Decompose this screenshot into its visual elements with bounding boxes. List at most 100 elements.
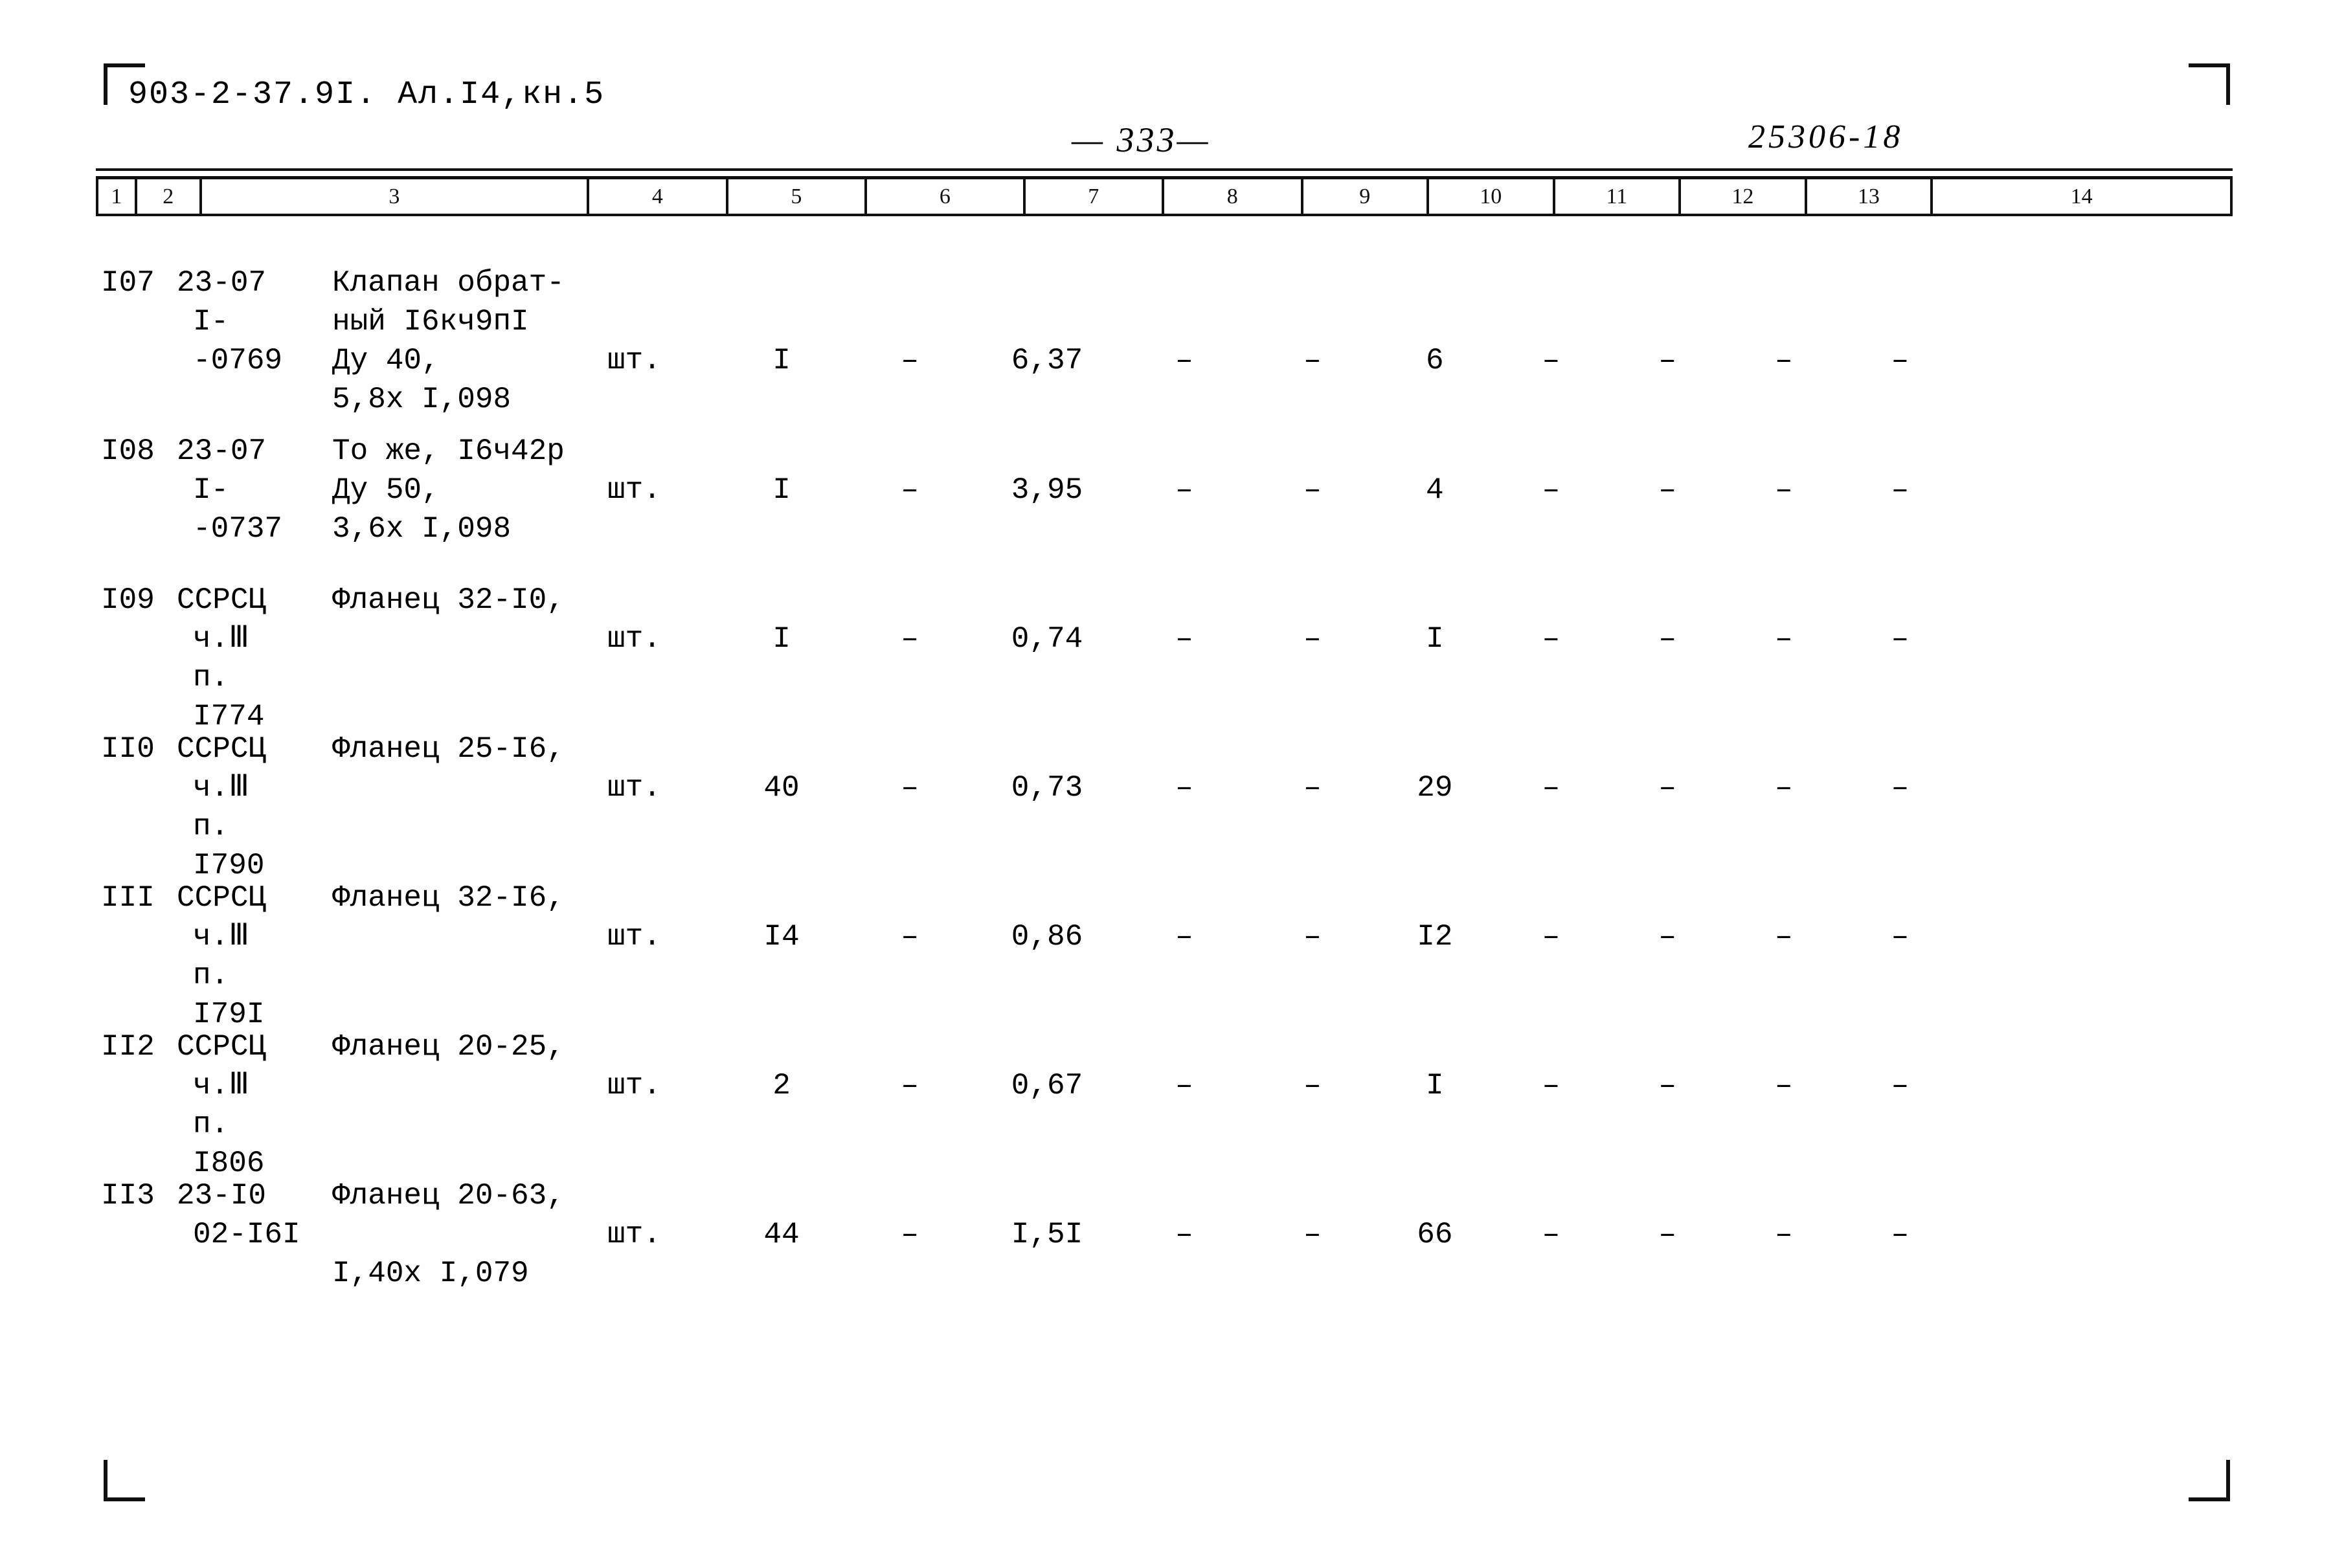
cell-col-14 — [1958, 1066, 2233, 1105]
cell-code-line: ч.Ⅲ — [193, 1069, 249, 1103]
cell-col-14 — [1958, 917, 2233, 956]
cell-col-6: 3,95 — [1011, 473, 1083, 507]
cell-col-7: – — [1175, 1218, 1193, 1251]
cell-name-line: Фланец 20-25, — [332, 1030, 565, 1064]
cell-col-9: 29 — [1417, 771, 1453, 805]
crop-mark-bottom-right — [2189, 1460, 2230, 1501]
cell-code-line: I- — [193, 305, 229, 339]
cell-col-11: – — [1658, 920, 1676, 954]
cell-values-group: 2 – 0,67 – – I – – – – — [717, 1066, 2233, 1105]
cell-values-group: 40 – 0,73 – – 29 – – – – — [717, 768, 2233, 807]
cell-col-8: – — [1303, 622, 1322, 656]
cell-unit: шт. — [607, 344, 661, 377]
cell-col-9: I — [1426, 1069, 1444, 1103]
cell-col-11: – — [1658, 344, 1676, 377]
cell-unit: шт. — [607, 1218, 661, 1251]
cell-col-5: – — [901, 473, 919, 507]
cell-col-11: – — [1658, 1069, 1676, 1103]
column-header-3: 3 — [202, 179, 590, 214]
cell-values-group: I4 – 0,86 – – I2 – – – – — [717, 917, 2233, 956]
cell-code-line: 23-07 — [177, 266, 267, 300]
cell-col-7: – — [1175, 920, 1193, 954]
cell-col-5: – — [901, 920, 919, 954]
cell-name-line: 3,6х I,098 — [332, 512, 512, 546]
cell-col-9: 66 — [1417, 1218, 1453, 1251]
column-header-1: 1 — [98, 179, 137, 214]
crop-mark-top-right — [2189, 63, 2230, 105]
table-header-row: 1 2 3 4 5 6 7 8 9 10 11 12 13 14 — [96, 176, 2233, 216]
cell-code-line: ССРСЦ — [177, 1030, 267, 1064]
cell-code-line: -0769 — [193, 344, 283, 377]
cell-col-8: – — [1303, 1069, 1322, 1103]
cell-name-line: Клапан обрат- — [332, 266, 565, 300]
cell-code-line: п. — [193, 1108, 229, 1141]
table-row: II0 ССРСЦ ч.Ⅲ п. I790 Фланец 25-I6, шт. 40–0,73… — [96, 730, 2233, 891]
cell-col-7: – — [1175, 1069, 1193, 1103]
cell-col-9: I — [1426, 622, 1444, 656]
cell-col-13: – — [1891, 1218, 1910, 1251]
cell-col-8: – — [1303, 344, 1322, 377]
cell-col-4: I — [772, 622, 791, 656]
cell-col-10: – — [1542, 622, 1561, 656]
cell-col-13: – — [1891, 1069, 1910, 1103]
cell-col-6: 0,86 — [1011, 920, 1083, 954]
cell-col-12: – — [1774, 920, 1793, 954]
cell-col-10: – — [1542, 920, 1561, 954]
document-code: 903-2-37.9I. Ал.I4,кн.5 — [128, 76, 605, 113]
cell-name-line: 5,8х I,098 — [332, 383, 512, 416]
cell-col-6: 6,37 — [1011, 344, 1083, 377]
column-header-8: 8 — [1164, 179, 1303, 214]
table-row: II2 ССРСЦ ч.Ⅲ п. I806 Фланец 20-25, шт. 2–0,67–… — [96, 1027, 2233, 1189]
cell-col-13: – — [1891, 771, 1910, 805]
column-header-7: 7 — [1026, 179, 1165, 214]
cell-col-7: – — [1175, 622, 1193, 656]
cell-col-11: – — [1658, 473, 1676, 507]
cell-unit: шт. — [607, 622, 661, 656]
cell-col-9: 6 — [1426, 344, 1444, 377]
cell-values-group: 44 – I,5I – – 66 – – – – — [717, 1215, 2233, 1254]
cell-col-10: – — [1542, 1218, 1561, 1251]
cell-col-11: – — [1658, 771, 1676, 805]
cell-col-10: – — [1542, 344, 1561, 377]
cell-col-10: – — [1542, 1069, 1561, 1103]
cell-col-4: I — [772, 344, 791, 377]
column-header-14: 14 — [2070, 184, 2093, 208]
cell-unit: шт. — [607, 771, 661, 805]
cell-col-6: 0,74 — [1011, 622, 1083, 656]
cell-name-line: ный I6кч9пI — [332, 305, 529, 339]
cell-col-14 — [1958, 1215, 2233, 1254]
cell-col-5: – — [901, 1069, 919, 1103]
cell-col-5: – — [901, 771, 919, 805]
cell-col-8: – — [1303, 1218, 1322, 1251]
cell-col-4: 40 — [763, 771, 800, 805]
cell-name-line: Фланец 32-I0, — [332, 583, 565, 617]
column-header-2: 2 — [137, 179, 202, 214]
cell-values-group: I – 0,74 – – I – – – – — [717, 620, 2233, 658]
cell-code-line: п. — [193, 661, 229, 695]
page-number: — 333— — [1072, 120, 1211, 159]
cell-col-4: 2 — [772, 1069, 791, 1103]
cell-col-8: – — [1303, 771, 1322, 805]
table-row: I08 23-07 I- -0737 То же, I6ч42р Ду 50, 3,6х I… — [96, 432, 2233, 594]
cell-col-12: – — [1774, 1218, 1793, 1251]
specification-table: 1 2 3 4 5 6 7 8 9 10 11 12 13 14 — [96, 176, 2233, 216]
cell-code-line: ССРСЦ — [177, 583, 267, 617]
table-row: I09 ССРСЦ ч.Ⅲ п. I774 Фланец 32-I0, шт. I –0,74–… — [96, 581, 2233, 743]
cell-col-6: I,5I — [1011, 1218, 1083, 1251]
column-header-9: 9 — [1303, 179, 1430, 214]
cell-code-line: ч.Ⅲ — [193, 622, 249, 656]
cell-col-5: – — [901, 344, 919, 377]
cell-col-6: 0,67 — [1011, 1069, 1083, 1103]
cell-col-13: – — [1891, 473, 1910, 507]
cell-unit: шт. — [607, 1069, 661, 1103]
cell-col-4: 44 — [763, 1218, 800, 1251]
cell-col-13: – — [1891, 344, 1910, 377]
cell-col-12: – — [1774, 622, 1793, 656]
cell-col-10: – — [1542, 473, 1561, 507]
cell-values-group: I – 6,37 – – 6 – – – – — [717, 341, 2233, 380]
cell-code-line: ССРСЦ — [177, 881, 267, 915]
cell-col-13: – — [1891, 920, 1910, 954]
crop-mark-bottom-left — [104, 1460, 145, 1501]
cell-code-line: I- — [193, 473, 229, 507]
cell-name-line: Фланец 25-I6, — [332, 732, 565, 766]
